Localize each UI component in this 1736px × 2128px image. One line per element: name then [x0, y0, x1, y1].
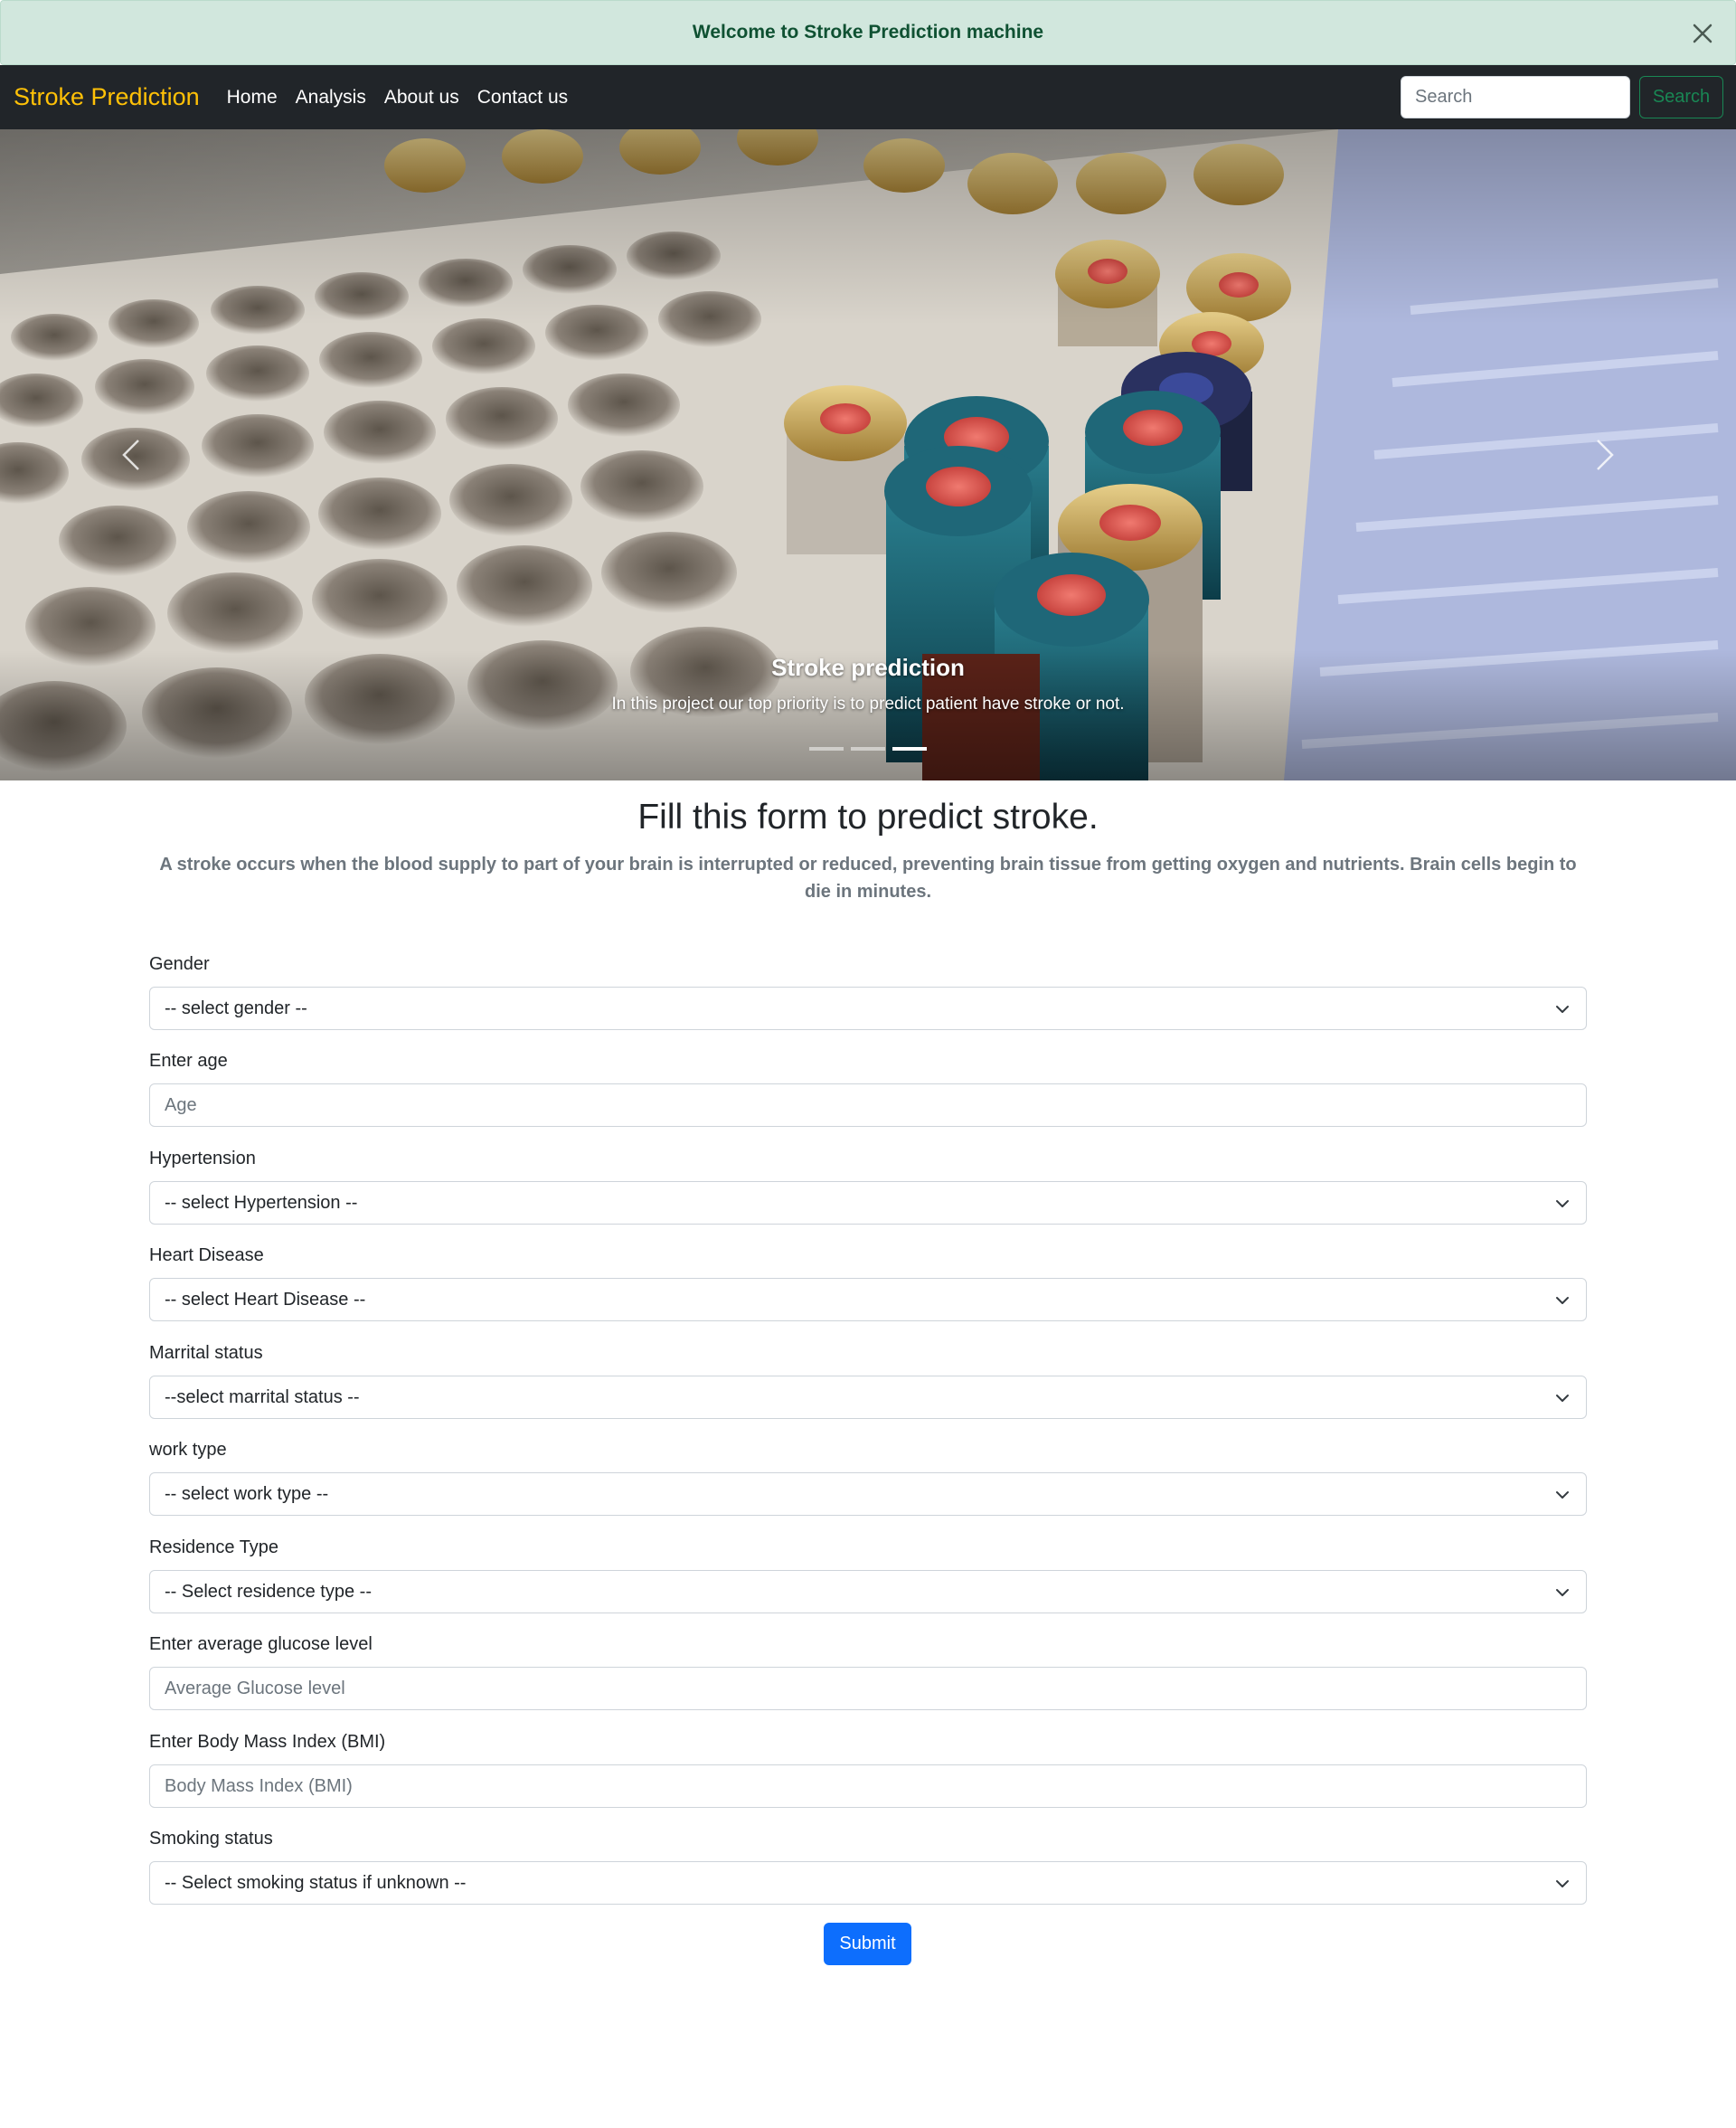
- work-type-label: work type: [149, 1440, 227, 1460]
- work-type-select-value: -- select work type --: [165, 1483, 329, 1504]
- carousel-indicator-3[interactable]: [892, 747, 927, 751]
- search-button[interactable]: Search: [1639, 76, 1723, 118]
- age-input[interactable]: Age: [149, 1083, 1587, 1127]
- chevron-down-icon: [1556, 1491, 1569, 1499]
- hero-carousel: Stroke prediction In this project our to…: [0, 129, 1736, 780]
- hypertension-select-value: -- select Hypertension --: [165, 1192, 358, 1213]
- bmi-placeholder: Body Mass Index (BMI): [165, 1775, 353, 1796]
- glucose-input[interactable]: Average Glucose level: [149, 1667, 1587, 1710]
- smoking-status-label: Smoking status: [149, 1829, 273, 1849]
- residence-type-select-value: -- Select residence type --: [165, 1581, 372, 1602]
- hypertension-label: Hypertension: [149, 1149, 256, 1168]
- submit-button[interactable]: Submit: [824, 1923, 911, 1965]
- heart-disease-select[interactable]: -- select Heart Disease --: [149, 1278, 1587, 1321]
- carousel-next-icon[interactable]: [1578, 419, 1632, 491]
- hypertension-select[interactable]: -- select Hypertension --: [149, 1181, 1587, 1225]
- chevron-down-icon: [1556, 1006, 1569, 1013]
- nav-link-contact[interactable]: Contact us: [468, 87, 577, 109]
- gender-label: Gender: [149, 954, 210, 974]
- carousel-prev-icon[interactable]: [104, 419, 158, 491]
- bmi-label: Enter Body Mass Index (BMI): [149, 1732, 386, 1752]
- residence-type-select[interactable]: -- Select residence type --: [149, 1570, 1587, 1613]
- glucose-label: Enter average glucose level: [149, 1634, 373, 1654]
- chevron-down-icon: [1556, 1395, 1569, 1402]
- search-input[interactable]: [1401, 76, 1630, 118]
- nav-link-home[interactable]: Home: [218, 87, 287, 109]
- marital-status-select[interactable]: --select marrital status --: [149, 1376, 1587, 1419]
- chevron-down-icon: [1556, 1297, 1569, 1304]
- heart-disease-label: Heart Disease: [149, 1245, 264, 1265]
- carousel-caption: Stroke prediction In this project our to…: [0, 654, 1736, 714]
- form-title: Fill this form to predict stroke.: [637, 798, 1099, 837]
- glucose-placeholder: Average Glucose level: [165, 1678, 345, 1698]
- nav-link-analysis[interactable]: Analysis: [287, 87, 375, 109]
- nav-link-about[interactable]: About us: [375, 87, 468, 109]
- navbar: Stroke Prediction Home Analysis About us…: [0, 65, 1736, 129]
- gender-select-value: -- select gender --: [165, 998, 307, 1018]
- chevron-down-icon: [1556, 1880, 1569, 1887]
- caption-text: In this project our top priority is to p…: [611, 695, 1125, 714]
- marital-status-label: Marrital status: [149, 1343, 263, 1363]
- chevron-down-icon: [1556, 1589, 1569, 1596]
- nav-links: Home Analysis About us Contact us: [218, 87, 578, 109]
- smoking-status-select-value: -- Select smoking status if unknown --: [165, 1872, 467, 1893]
- work-type-select[interactable]: -- select work type --: [149, 1472, 1587, 1516]
- caption-title: Stroke prediction: [771, 654, 965, 681]
- heart-disease-select-value: -- select Heart Disease --: [165, 1289, 366, 1310]
- form-description: A stroke occurs when the blood supply to…: [159, 855, 1577, 902]
- age-placeholder: Age: [165, 1094, 197, 1115]
- marital-status-select-value: --select marrital status --: [165, 1386, 360, 1407]
- gender-select[interactable]: -- select gender --: [149, 987, 1587, 1030]
- chevron-down-icon: [1556, 1200, 1569, 1207]
- welcome-alert: Welcome to Stroke Prediction machine: [0, 0, 1736, 65]
- carousel-indicator-2[interactable]: [851, 747, 885, 751]
- carousel-indicators: [0, 747, 1736, 751]
- close-icon[interactable]: [1686, 17, 1719, 50]
- alert-message: Welcome to Stroke Prediction machine: [692, 22, 1044, 43]
- smoking-status-select[interactable]: -- Select smoking status if unknown --: [149, 1861, 1587, 1905]
- brand-link[interactable]: Stroke Prediction: [14, 83, 200, 111]
- carousel-indicator-1[interactable]: [809, 747, 844, 751]
- age-label: Enter age: [149, 1051, 228, 1071]
- bmi-input[interactable]: Body Mass Index (BMI): [149, 1764, 1587, 1808]
- residence-type-label: Residence Type: [149, 1537, 279, 1557]
